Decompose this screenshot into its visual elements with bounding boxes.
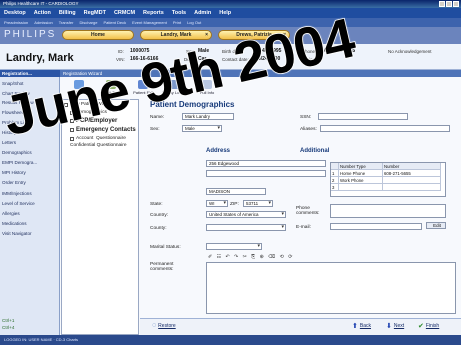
finish-label: Finish: [425, 323, 440, 329]
next-label: Next: [393, 323, 405, 329]
edit-button[interactable]: Edit: [426, 222, 446, 229]
tab-home-label: Home: [91, 32, 105, 38]
address-line2-field[interactable]: [206, 170, 326, 177]
menu-help[interactable]: Help: [219, 10, 231, 16]
country-select[interactable]: United States of America: [206, 211, 286, 218]
toolbar-log-out[interactable]: Log Out: [187, 20, 201, 25]
menu-desktop[interactable]: Desktop: [4, 10, 26, 16]
tab-home[interactable]: Home: [62, 30, 134, 40]
close-icon[interactable]: [453, 1, 459, 7]
sidebar-shortcut-2[interactable]: Ctrl+4: [2, 325, 14, 330]
sidebar-item-medications[interactable]: Medications: [2, 221, 27, 226]
menu-crmcm[interactable]: CRMCM: [114, 10, 135, 16]
email-field[interactable]: [330, 223, 422, 230]
phone-comments-label: Phone comments:: [296, 206, 320, 216]
minimize-icon[interactable]: [439, 1, 445, 7]
window-controls: [439, 1, 459, 7]
additional-section-title: Additional: [300, 148, 330, 154]
city-field[interactable]: MADISON: [206, 188, 266, 195]
county-label: County:: [150, 226, 167, 231]
back-button[interactable]: ⬆ Back: [352, 322, 371, 330]
sidebar-shortcut-1[interactable]: Ctrl+1: [2, 318, 14, 323]
address-line-field[interactable]: 256 Edgewood: [206, 160, 326, 167]
phone-row-number[interactable]: [383, 177, 441, 184]
toolbar-patient-deck[interactable]: Patient Deck: [103, 20, 126, 25]
state-select[interactable]: WI: [206, 200, 228, 207]
status-bar: LOGGED IN: USER NAME · CD-3 Charts: [0, 335, 461, 345]
menu-action[interactable]: Action: [34, 10, 51, 16]
phone-grid-header: Number: [383, 163, 441, 170]
phone-row-type[interactable]: [339, 184, 383, 191]
toolbar-transfer[interactable]: Transfer: [59, 20, 74, 25]
menu-regmdt[interactable]: RegMDT: [84, 10, 106, 16]
marital-status-label: Marital Status:: [150, 245, 181, 250]
finish-button[interactable]: ✔ Finish: [418, 322, 439, 330]
phone-row-index: 1: [331, 170, 339, 177]
comment-formatting-toolbar[interactable]: ✐ ☷ ↶ ↷ ✂ ⎘ ⊕ ⌫ ⟲ ⟳: [208, 254, 294, 260]
wizard-footer: [140, 318, 461, 335]
back-label: Back: [359, 323, 371, 329]
country-label: Country:: [150, 213, 169, 218]
zip-label: ZIP:: [230, 202, 239, 207]
next-button[interactable]: ⬇ Next: [386, 322, 404, 330]
phone-row-index: 2: [331, 177, 339, 184]
patient-id-label: ID:: [118, 49, 124, 54]
toolbar-preadmission[interactable]: Preadmission: [4, 20, 28, 25]
phone-row-number[interactable]: [383, 184, 441, 191]
phone-grid-header: Number Type: [339, 163, 383, 170]
menu-tools[interactable]: Tools: [172, 10, 186, 16]
tab-label: Landry, Mark: [160, 32, 192, 38]
restore-icon: ◌: [152, 322, 157, 329]
restore-button[interactable]: ◌ Restore: [152, 322, 176, 329]
marital-status-select[interactable]: [206, 243, 262, 250]
phone-row-type[interactable]: Work Phone: [339, 177, 383, 184]
menu-reports[interactable]: Reports: [143, 10, 164, 16]
phone-row-index: 3: [331, 184, 339, 191]
zip-field[interactable]: 53711: [243, 200, 273, 207]
sidebar-item-allergies[interactable]: Allergies: [2, 211, 20, 216]
window-title: Philips Healthcare IT - CARDIOLOGY: [3, 1, 79, 6]
restore-label: Restore: [158, 322, 176, 329]
email-label: E-mail:: [296, 225, 311, 230]
toolbar-print[interactable]: Print: [173, 20, 181, 25]
toolbar-event-management[interactable]: Event Management: [132, 20, 167, 25]
menu-billing[interactable]: Billing: [59, 10, 76, 16]
phone-grid-header: [331, 163, 339, 170]
permanent-comments-label: Permanent comments:: [150, 262, 174, 272]
county-select[interactable]: [206, 224, 286, 231]
phone-row-type[interactable]: Home Phone: [339, 170, 383, 177]
brand-logo: PHILIPS: [4, 29, 57, 40]
patient-name: Landry, Mark: [6, 52, 74, 64]
permanent-comments-field[interactable]: [206, 262, 456, 314]
sidebar-item-level-of-service[interactable]: Level of Service: [2, 201, 35, 206]
toolbar-admission[interactable]: Admission: [34, 20, 52, 25]
state-label: State:: [150, 202, 163, 207]
checkmark-icon: ✔: [418, 323, 424, 330]
toolbar-discharge[interactable]: Discharge: [79, 20, 97, 25]
menu-admin[interactable]: Admin: [194, 10, 211, 16]
sidebar-item-visit-navigator[interactable]: Visit Navigator: [2, 231, 32, 236]
back-arrow-icon: ⬆: [352, 323, 358, 330]
next-arrow-icon: ⬇: [386, 323, 392, 330]
phone-row-number[interactable]: 608-271-5655: [383, 170, 441, 177]
maximize-icon[interactable]: [446, 1, 452, 7]
phone-comments-field[interactable]: [330, 204, 446, 218]
